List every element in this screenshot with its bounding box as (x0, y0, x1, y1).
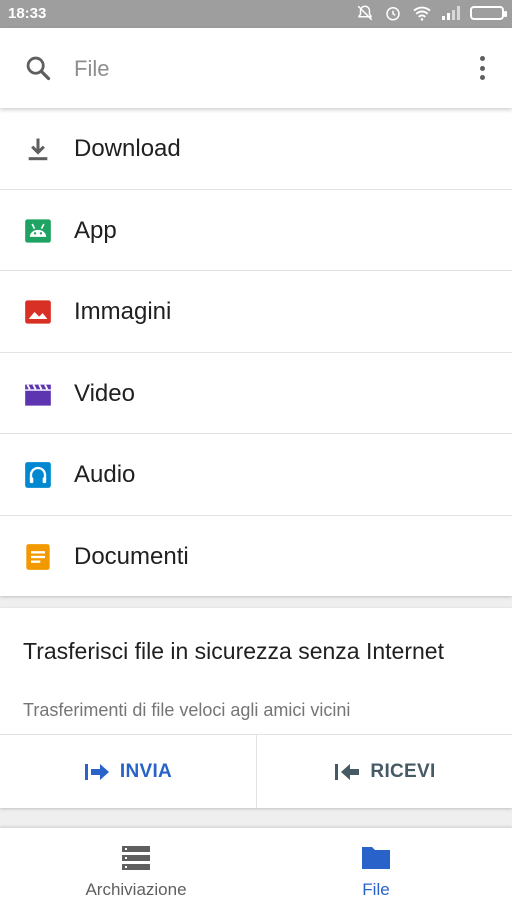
category-app[interactable]: App (0, 190, 512, 271)
search-icon[interactable] (24, 54, 52, 82)
image-icon (25, 300, 51, 324)
category-audio[interactable]: Audio (0, 434, 512, 516)
receive-arrow-icon (335, 763, 360, 780)
category-label: Download (74, 135, 181, 162)
transfer-card: Trasferisci file in sicurezza senza Inte… (0, 608, 512, 808)
android-icon (25, 218, 51, 243)
transfer-title: Trasferisci file in sicurezza senza Inte… (23, 638, 444, 664)
no-notifications-icon (357, 5, 373, 21)
category-documents[interactable]: Documenti (0, 516, 512, 598)
search-input[interactable]: File (74, 56, 109, 82)
category-video[interactable]: Video (0, 353, 512, 434)
category-images[interactable]: Immagini (0, 271, 512, 353)
send-arrow-icon (84, 763, 109, 780)
signal-icon (442, 6, 460, 20)
nav-item-storage[interactable]: Archiviazione (8, 828, 264, 910)
nav-label-storage: Archiviazione (85, 880, 187, 899)
headphones-icon (25, 462, 51, 488)
status-icons (356, 4, 507, 22)
alarm-icon (386, 7, 400, 21)
storage-icon (122, 846, 150, 870)
folder-icon (362, 847, 390, 869)
category-label: Audio (74, 461, 136, 488)
receive-button[interactable]: RICEVI (257, 735, 512, 808)
document-icon (26, 543, 50, 570)
nav-label-files: File (362, 880, 390, 899)
receive-label: RICEVI (370, 760, 436, 782)
category-label: Immagini (74, 298, 172, 325)
video-clapper-icon (25, 383, 51, 406)
status-bar: 18:33 (0, 0, 512, 28)
status-time: 18:33 (8, 5, 47, 22)
send-button[interactable]: INVIA (0, 735, 256, 808)
transfer-subtitle: Trasferimenti di file veloci agli amici … (23, 700, 351, 720)
category-label: Documenti (74, 542, 189, 570)
nav-item-files[interactable]: File (248, 828, 504, 910)
download-icon (28, 138, 48, 161)
category-download[interactable]: Download (0, 108, 512, 190)
more-vert-icon[interactable] (470, 52, 494, 84)
wifi-icon (413, 6, 431, 21)
categories-list: Download App Immagini Video Audio Docume… (0, 108, 512, 596)
battery-icon (470, 6, 507, 20)
category-label: App (74, 216, 117, 244)
category-label: Video (74, 379, 135, 407)
send-label: INVIA (119, 760, 173, 782)
bottom-navigation: Archiviazione File (0, 828, 512, 910)
search-bar[interactable]: File (0, 28, 512, 108)
